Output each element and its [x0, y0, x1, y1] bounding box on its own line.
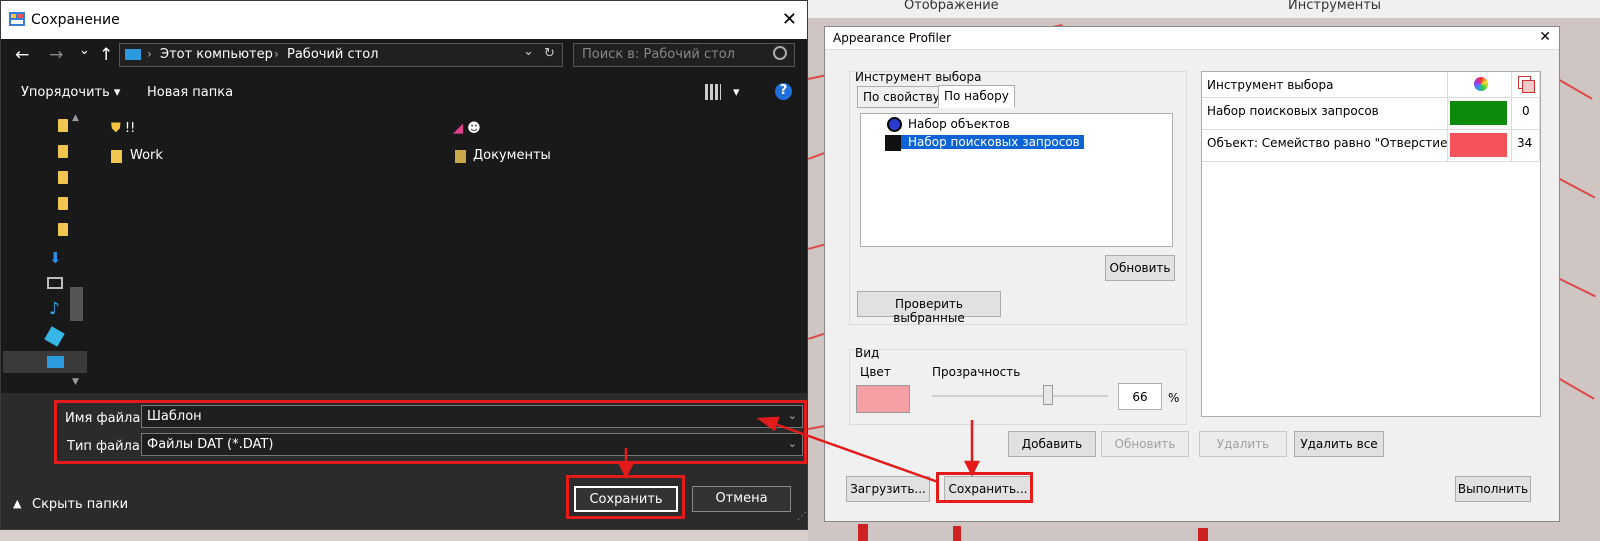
arrowhead-icon — [617, 462, 635, 479]
annotation-arrows — [617, 416, 981, 484]
arrow-to-filename — [774, 422, 939, 484]
arrowhead-icon — [963, 460, 981, 477]
arrowhead-icon — [756, 416, 780, 431]
